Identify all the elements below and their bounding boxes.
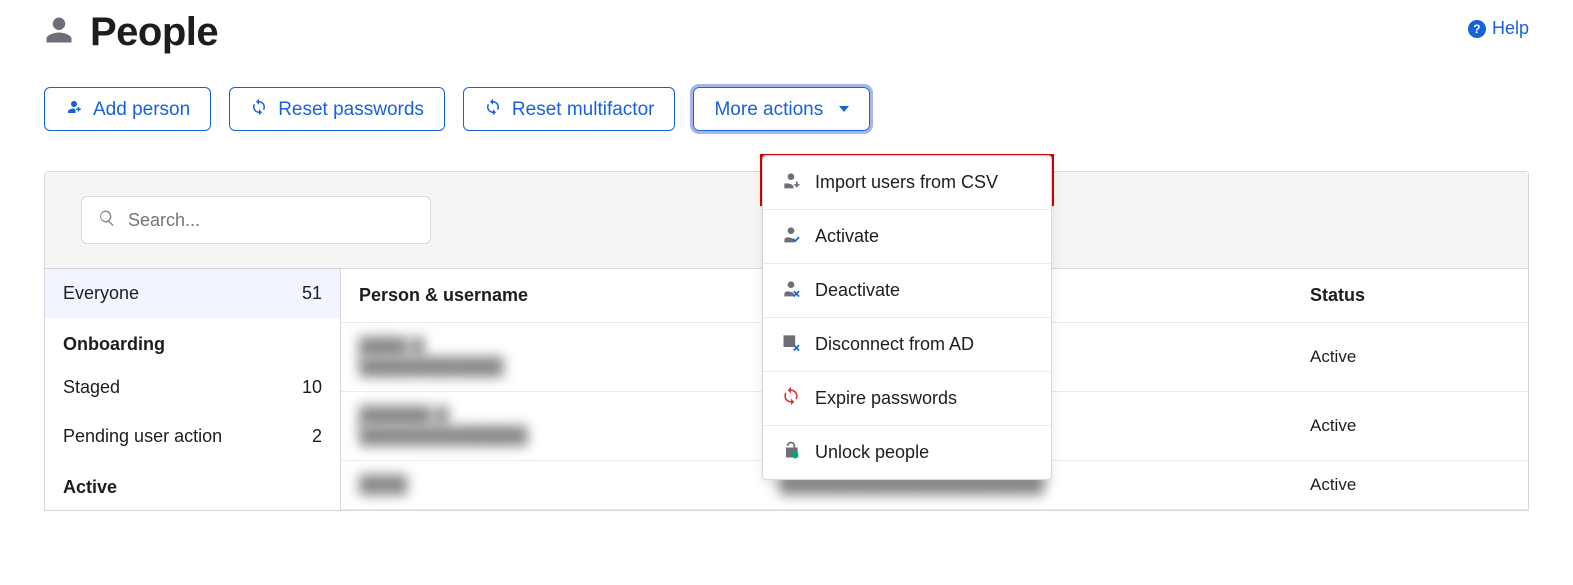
sidebar-header-active: Active (45, 461, 340, 506)
person-name: ████ █ (359, 337, 779, 357)
help-icon: ? (1468, 20, 1486, 38)
person-name: ████ (359, 475, 779, 495)
sidebar-item-count: 2 (312, 426, 322, 447)
activate-icon (781, 224, 801, 249)
expire-passwords-label: Expire passwords (815, 388, 957, 409)
col-header-status: Status (1310, 285, 1510, 306)
import-csv-item[interactable]: Import users from CSV (763, 156, 1051, 210)
sidebar-item-label: Staged (63, 377, 120, 398)
page-title: People (90, 10, 218, 55)
status-cell: Active (1310, 475, 1510, 495)
more-actions-button[interactable]: More actions (693, 87, 870, 131)
more-actions-menu: Import users from CSV Activate Deactivat… (762, 155, 1052, 480)
add-person-label: Add person (93, 100, 190, 119)
sidebar-item-label: Everyone (63, 283, 139, 304)
sidebar-item-label: Pending user action (63, 426, 222, 447)
activate-item[interactable]: Activate (763, 210, 1051, 264)
unlock-people-label: Unlock people (815, 442, 929, 463)
more-actions-label: More actions (714, 100, 823, 119)
sidebar-item-count: 51 (302, 283, 322, 304)
search-input[interactable] (126, 209, 414, 232)
deactivate-item[interactable]: Deactivate (763, 264, 1051, 318)
deactivate-icon (781, 278, 801, 303)
expire-passwords-item[interactable]: Expire passwords (763, 372, 1051, 426)
reset-multifactor-label: Reset multifactor (512, 100, 655, 119)
person-name: ██████ █ (359, 406, 779, 426)
status-cell: Active (1310, 347, 1510, 367)
import-csv-label: Import users from CSV (815, 172, 998, 193)
col-header-person: Person & username (359, 285, 779, 306)
reset-passwords-label: Reset passwords (278, 100, 424, 119)
activate-label: Activate (815, 226, 879, 247)
disconnect-ad-label: Disconnect from AD (815, 334, 974, 355)
unlock-icon (781, 440, 801, 465)
disconnect-icon (781, 332, 801, 357)
chevron-down-icon (839, 106, 849, 112)
search-icon (98, 209, 116, 232)
person-username: ████████████ (359, 357, 779, 377)
person-username: ██████████████ (359, 426, 779, 446)
refresh-icon (484, 98, 502, 120)
sidebar-item-pending[interactable]: Pending user action 2 (45, 412, 340, 461)
reset-multifactor-button[interactable]: Reset multifactor (463, 87, 676, 131)
search-box[interactable] (81, 196, 431, 244)
help-label: Help (1492, 18, 1529, 39)
toolbar: Add person Reset passwords Reset multifa… (44, 87, 1529, 131)
add-person-icon (65, 98, 83, 120)
deactivate-label: Deactivate (815, 280, 900, 301)
expire-icon (781, 386, 801, 411)
reset-passwords-button[interactable]: Reset passwords (229, 87, 445, 131)
refresh-icon (250, 98, 268, 120)
unlock-people-item[interactable]: Unlock people (763, 426, 1051, 479)
sidebar-item-everyone[interactable]: Everyone 51 (45, 269, 340, 318)
help-link[interactable]: ? Help (1468, 18, 1529, 39)
filter-sidebar: Everyone 51 Onboarding Staged 10 Pending… (45, 269, 341, 510)
people-icon (44, 15, 74, 50)
add-person-button[interactable]: Add person (44, 87, 211, 131)
sidebar-header-onboarding: Onboarding (45, 318, 340, 363)
disconnect-ad-item[interactable]: Disconnect from AD (763, 318, 1051, 372)
import-user-icon (781, 170, 801, 195)
sidebar-item-staged[interactable]: Staged 10 (45, 363, 340, 412)
status-cell: Active (1310, 416, 1510, 436)
sidebar-item-count: 10 (302, 377, 322, 398)
